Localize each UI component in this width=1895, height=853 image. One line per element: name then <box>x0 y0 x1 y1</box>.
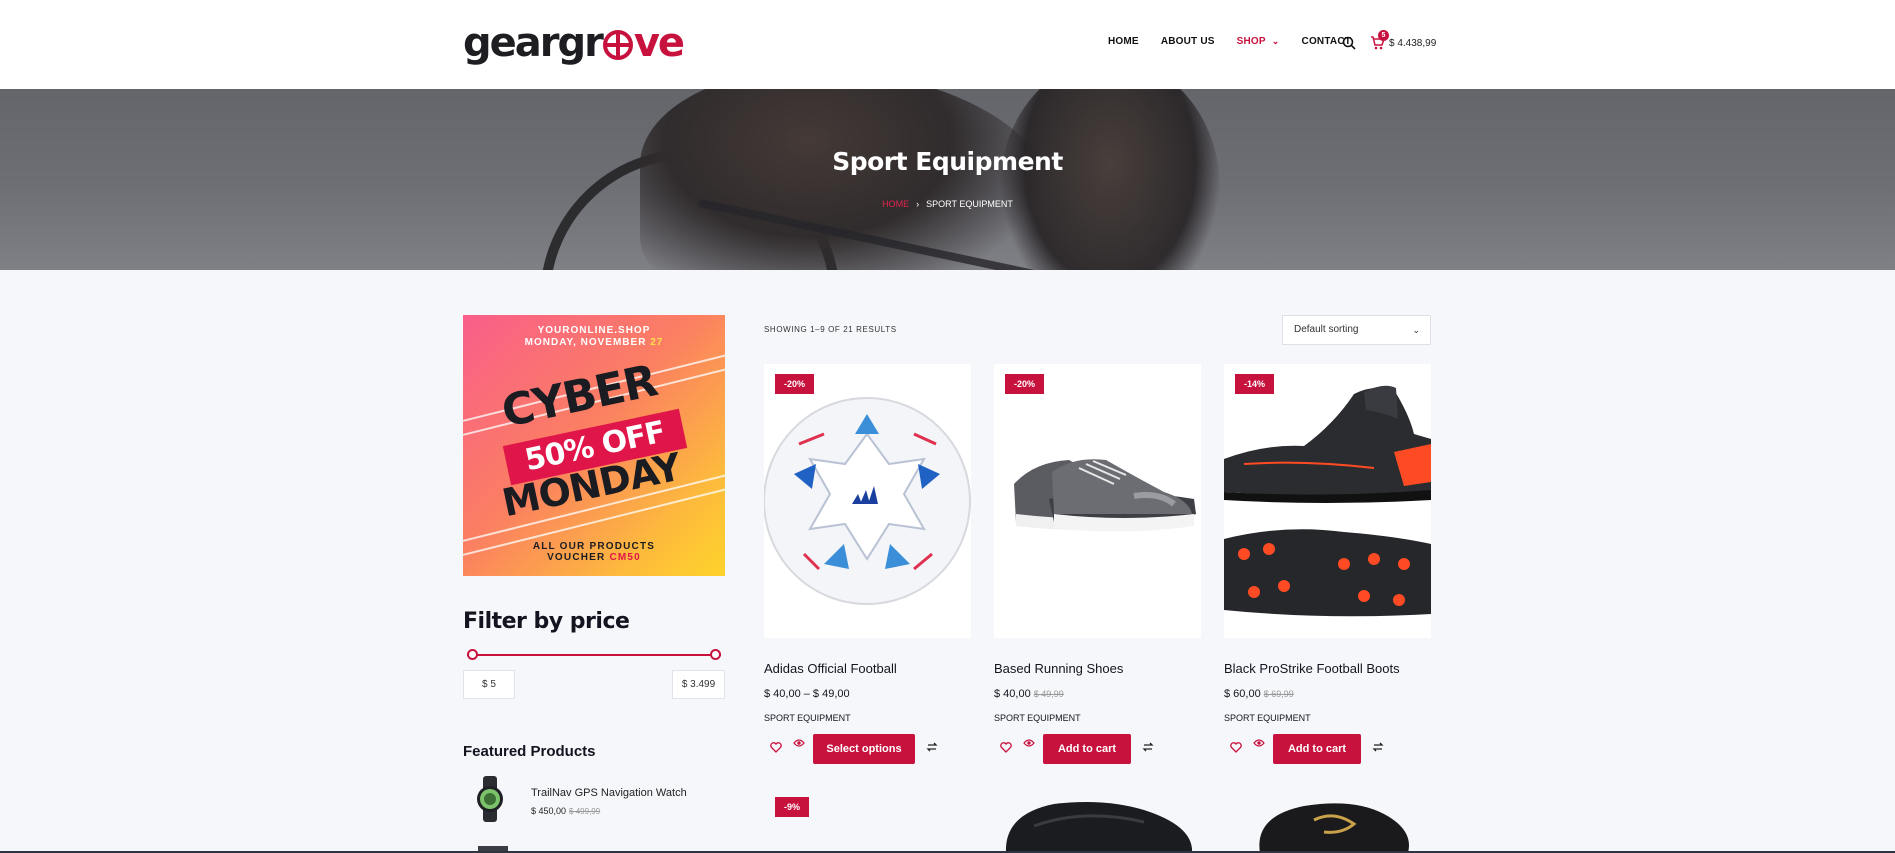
price-range-slider[interactable] <box>467 649 721 660</box>
product-price: $ 40,00 $ 49,99 <box>994 688 1064 700</box>
banner-date-day: 27 <box>650 337 664 348</box>
product-price-current: $ 40,00 – $ 49,00 <box>764 688 850 700</box>
product-category[interactable]: SPORT EQUIPMENT <box>994 713 1081 723</box>
running-shoes-image <box>1014 459 1196 532</box>
sort-select-value: Default sorting <box>1294 324 1359 335</box>
price-slider-max-handle[interactable] <box>710 649 721 660</box>
price-slider-min-handle[interactable] <box>467 649 478 660</box>
football-boots-image <box>1224 385 1431 617</box>
product-name[interactable]: Black ProStrike Football Boots <box>1224 661 1400 676</box>
cyber-monday-banner[interactable]: YOURONLINE.SHOP MONDAY, NOVEMBER 27 CYBE… <box>463 315 725 576</box>
page-title: Sport Equipment <box>832 147 1063 176</box>
product-name[interactable]: Adidas Official Football <box>764 661 897 676</box>
featured-products-title: Featured Products <box>463 743 596 760</box>
product-name[interactable]: Based Running Shoes <box>994 661 1123 676</box>
logo-text-pre: geargr <box>463 20 604 66</box>
sale-badge: -20% <box>1005 374 1045 394</box>
chevron-down-icon: ⌄ <box>1271 36 1280 46</box>
cart-button[interactable]: 5 $ 4.438,99 <box>1370 30 1437 50</box>
chevron-down-icon: ⌄ <box>1412 325 1420 335</box>
cart-total: $ 4.438,99 <box>1389 37 1437 49</box>
select-options-button[interactable]: Select options <box>813 734 915 764</box>
heart-icon[interactable] <box>1230 742 1242 753</box>
sort-select[interactable]: Default sorting ⌄ <box>1282 315 1431 345</box>
cart-count-badge: 5 <box>1378 30 1389 41</box>
banner-date-prefix: MONDAY, NOVEMBER <box>524 337 647 348</box>
basketball-logo-icon <box>602 30 633 60</box>
featured-price-old: $ 499,99 <box>569 807 601 816</box>
compare-icon[interactable] <box>926 741 938 753</box>
search-icon[interactable] <box>1342 36 1356 50</box>
filter-price-title: Filter by price <box>463 609 630 634</box>
product-price: $ 40,00 – $ 49,00 <box>764 688 853 700</box>
banner-header: YOURONLINE.SHOP MONDAY, NOVEMBER 27 <box>463 325 725 349</box>
price-min-field[interactable]: $ 5 <box>463 670 515 699</box>
nav-home[interactable]: HOME <box>1108 36 1139 47</box>
product-image-football-boots[interactable] <box>1224 364 1431 638</box>
add-to-cart-button[interactable]: Add to cart <box>1043 734 1131 764</box>
heart-icon[interactable] <box>1000 742 1012 753</box>
nav-about-us[interactable]: ABOUT US <box>1161 36 1215 47</box>
nav-shop-label: SHOP <box>1236 36 1266 47</box>
boxing-gloves-image[interactable] <box>994 796 1201 853</box>
banner-footer: ALL OUR PRODUCTS VOUCHER CM50 <box>463 541 725 563</box>
hero-overlay <box>0 89 1895 270</box>
product-category[interactable]: SPORT EQUIPMENT <box>1224 713 1311 723</box>
site-logo[interactable]: geargr ve <box>463 20 685 66</box>
breadcrumb: HOME › SPORT EQUIPMENT <box>0 199 1895 209</box>
eye-icon[interactable] <box>793 738 805 748</box>
breadcrumb-separator: › <box>916 199 920 209</box>
product-price-current: $ 60,00 <box>1224 688 1261 700</box>
eye-icon[interactable] <box>1253 738 1265 748</box>
result-count: SHOWING 1–9 OF 21 RESULTS <box>764 325 897 334</box>
banner-voucher-label: VOUCHER <box>547 552 606 563</box>
main-nav: HOME ABOUT US SHOP ⌄ CONTACT <box>1108 36 1373 47</box>
featured-price-current: $ 450,00 <box>531 806 567 816</box>
product-image-running-shoes[interactable] <box>994 364 1201 638</box>
eye-icon[interactable] <box>1023 738 1035 748</box>
sale-badge: -9% <box>775 797 810 817</box>
heart-icon[interactable] <box>770 742 782 753</box>
site-header: geargr ve HOME ABOUT US SHOP ⌄ CONTACT 5 $… <box>0 0 1895 89</box>
product-price-current: $ 40,00 <box>994 688 1031 700</box>
product-image-football[interactable] <box>764 364 971 638</box>
product-price: $ 60,00 $ 69,99 <box>1224 688 1294 700</box>
product-price-old: $ 69,99 <box>1263 689 1294 699</box>
hero-banner: Sport Equipment HOME › SPORT EQUIPMENT <box>0 89 1895 270</box>
featured-product-name[interactable]: TrailNav GPS Navigation Watch <box>531 787 687 799</box>
product-category[interactable]: SPORT EQUIPMENT <box>764 713 851 723</box>
sale-badge: -14% <box>1235 374 1275 394</box>
price-max-field[interactable]: $ 3.499 <box>672 670 725 699</box>
compare-icon[interactable] <box>1142 741 1154 753</box>
add-to-cart-button[interactable]: Add to cart <box>1273 734 1361 764</box>
banner-site: YOURONLINE.SHOP <box>537 325 651 336</box>
banner-footer-line1: ALL OUR PRODUCTS <box>532 541 656 552</box>
compare-icon[interactable] <box>1372 741 1384 753</box>
sale-badge: -20% <box>775 374 815 394</box>
featured-product-price: $ 450,00 $ 499,99 <box>531 806 600 816</box>
banner-voucher-code: CM50 <box>609 552 641 563</box>
breadcrumb-home[interactable]: HOME <box>882 199 909 209</box>
boxing-gloves-gold-image[interactable] <box>1224 796 1431 853</box>
football-image <box>764 397 971 605</box>
nav-shop[interactable]: SHOP ⌄ <box>1237 36 1280 47</box>
breadcrumb-current: SPORT EQUIPMENT <box>926 199 1013 209</box>
banner-date: MONDAY, NOVEMBER 27 <box>463 337 725 349</box>
logo-text-post: ve <box>633 20 685 66</box>
banner-voucher: VOUCHER CM50 <box>463 552 725 563</box>
gps-watch-thumbnail[interactable] <box>470 776 510 822</box>
product-price-old: $ 49,99 <box>1033 689 1064 699</box>
